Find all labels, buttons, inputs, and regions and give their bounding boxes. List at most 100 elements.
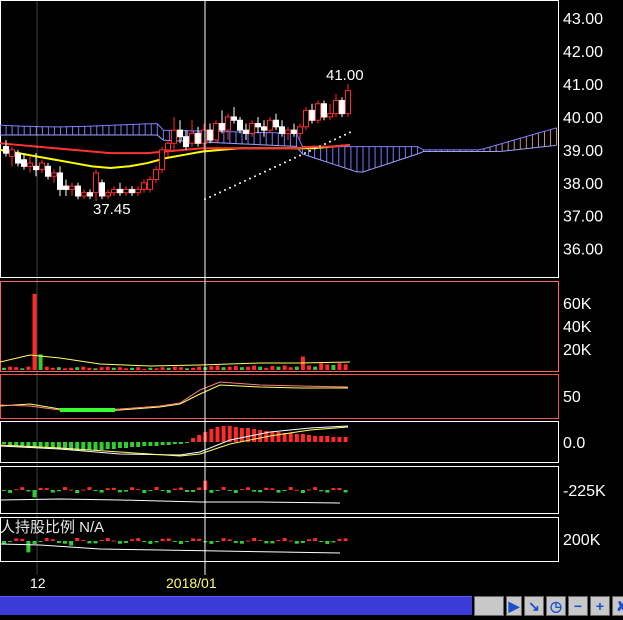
sar-dot xyxy=(279,163,281,166)
macd-bar xyxy=(258,430,263,442)
foreign-bar xyxy=(258,490,263,493)
holders-bar xyxy=(172,541,177,542)
candle-body xyxy=(321,103,327,118)
candle-body xyxy=(117,188,123,194)
volume-bar xyxy=(313,366,318,370)
foreign-bar xyxy=(148,490,153,491)
holders-bar xyxy=(2,541,6,544)
candle-body xyxy=(147,179,153,190)
holders-bar xyxy=(185,541,189,542)
foreign-bar xyxy=(185,490,189,493)
candle-body xyxy=(15,152,21,164)
price-panel xyxy=(0,0,559,278)
candle-body xyxy=(45,165,51,177)
x-label-left: 12 xyxy=(30,575,46,591)
foreign-bar xyxy=(8,490,13,493)
candle-body xyxy=(225,116,231,131)
volume-bar xyxy=(221,367,226,370)
volume-bar xyxy=(197,366,202,370)
oscillator-layer xyxy=(0,381,349,412)
holders-bar xyxy=(246,540,250,542)
volume-bar xyxy=(93,368,98,370)
candle-body xyxy=(81,192,87,197)
foreign-bar xyxy=(166,490,171,493)
stock-chart: 43.00 42.00 41.00 40.00 39.00 38.00 37.00 36.00… xyxy=(0,0,606,591)
sar-dot xyxy=(329,140,331,143)
volume-bar xyxy=(75,367,80,370)
volume-bar xyxy=(252,365,257,370)
oscillator-fill xyxy=(60,408,115,412)
candle-body xyxy=(333,99,339,115)
foreign-bar xyxy=(75,490,80,493)
candle-body xyxy=(51,172,57,177)
zoom-in-icon[interactable]: + xyxy=(590,596,610,616)
close-icon[interactable]: ✘ xyxy=(612,596,623,616)
foreign-bar xyxy=(319,490,324,492)
macd-bar xyxy=(117,442,122,448)
holders-bar xyxy=(197,538,202,541)
holders-bar xyxy=(264,541,269,544)
holders-bar xyxy=(142,541,147,542)
macd-bar xyxy=(313,436,318,442)
sar-dot xyxy=(299,154,301,157)
holders-bar xyxy=(331,541,336,543)
x-label-mid: 2018/01 xyxy=(166,575,217,591)
candle-body xyxy=(153,169,159,181)
foreign-bar xyxy=(221,487,226,490)
macd-bar xyxy=(8,442,13,445)
foreign-bar xyxy=(136,489,141,491)
candle-body xyxy=(327,113,333,118)
sar-dot xyxy=(209,195,211,198)
horizontal-scrollbar[interactable] xyxy=(0,596,472,615)
volume-bar xyxy=(26,366,31,370)
macd-layer xyxy=(0,425,349,457)
holders-bar xyxy=(300,541,305,543)
foreign-bar xyxy=(294,489,299,491)
play-icon[interactable]: ▶ xyxy=(506,596,522,616)
foreign-bar xyxy=(209,490,214,493)
foreign-bar xyxy=(288,487,293,490)
candle-body xyxy=(123,188,129,194)
candle-body xyxy=(207,129,213,141)
volume-bar xyxy=(2,367,6,370)
candle-body xyxy=(21,159,27,167)
clock-icon[interactable]: ◷ xyxy=(546,596,566,616)
volume-bar xyxy=(117,367,122,370)
candle-body xyxy=(267,119,273,131)
zoom-arrow-icon[interactable]: ↘ xyxy=(524,596,544,616)
macd-bar xyxy=(197,435,202,442)
macd-bar xyxy=(124,442,128,448)
volume-bar xyxy=(294,366,299,370)
volume-bar xyxy=(160,367,165,370)
foreign-bar xyxy=(300,490,305,493)
oscillator-d-line xyxy=(0,381,349,411)
holders-bar xyxy=(227,539,232,541)
candle-body xyxy=(231,116,237,121)
sar-dot xyxy=(219,191,221,194)
volume-bar xyxy=(307,365,311,370)
foreign-bar xyxy=(313,487,318,490)
sar-dot xyxy=(254,175,256,178)
foreign-bar xyxy=(307,489,311,491)
foreign-line xyxy=(0,498,341,504)
holders-bar xyxy=(63,541,67,544)
holders-bar xyxy=(38,541,43,542)
macd-bar xyxy=(93,442,98,450)
candle-body xyxy=(183,136,189,148)
zoom-out-icon[interactable]: − xyxy=(568,596,588,616)
volume-bar xyxy=(81,366,86,370)
macd-bar xyxy=(325,436,330,442)
holders-bar xyxy=(294,541,299,544)
scroll-track-button[interactable] xyxy=(474,596,504,616)
volume-bar xyxy=(136,367,141,370)
candle-body xyxy=(315,103,321,121)
sar-dot xyxy=(289,159,291,162)
sar-dot xyxy=(309,149,311,152)
foreign-bar xyxy=(142,490,147,493)
volume-bar xyxy=(8,366,13,370)
holders-bar xyxy=(166,538,171,541)
foreign-bar xyxy=(178,487,183,490)
foreign-bar xyxy=(130,487,135,490)
macd-bar xyxy=(154,442,159,446)
y-tick: 50 xyxy=(563,389,581,406)
